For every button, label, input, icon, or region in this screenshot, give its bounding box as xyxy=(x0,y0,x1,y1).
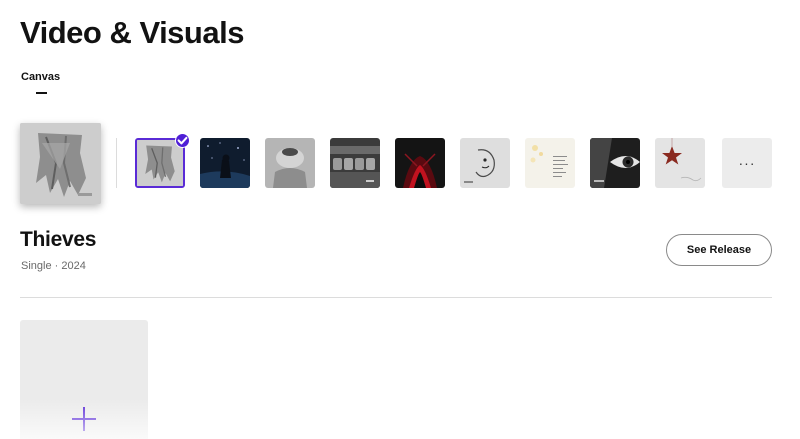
cover-option[interactable] xyxy=(395,138,445,188)
cover-option[interactable] xyxy=(265,138,315,188)
cover-option[interactable] xyxy=(655,138,705,188)
cover-option-selected[interactable] xyxy=(135,133,190,188)
release-subtitle: Single · 2024 xyxy=(21,260,86,272)
video-visuals-page: Video & Visuals Canvas ··· Thieves Singl… xyxy=(0,0,800,439)
tab-canvas-indicator xyxy=(36,92,47,94)
release-title: Thieves xyxy=(20,228,97,251)
cover-option[interactable] xyxy=(200,138,250,188)
current-cover-art xyxy=(20,123,101,204)
add-canvas-tile[interactable] xyxy=(20,320,148,439)
cover-divider xyxy=(116,138,117,188)
cover-option[interactable] xyxy=(460,138,510,188)
cover-option[interactable] xyxy=(590,138,640,188)
page-title: Video & Visuals xyxy=(20,15,244,50)
section-divider xyxy=(20,297,772,298)
more-covers-button[interactable]: ··· xyxy=(722,138,772,188)
cover-option[interactable] xyxy=(330,138,380,188)
see-release-button[interactable]: See Release xyxy=(666,234,772,266)
cover-option[interactable] xyxy=(525,138,575,188)
tab-canvas[interactable]: Canvas xyxy=(21,71,60,83)
plus-icon xyxy=(72,407,96,431)
selected-check-icon xyxy=(175,133,190,148)
